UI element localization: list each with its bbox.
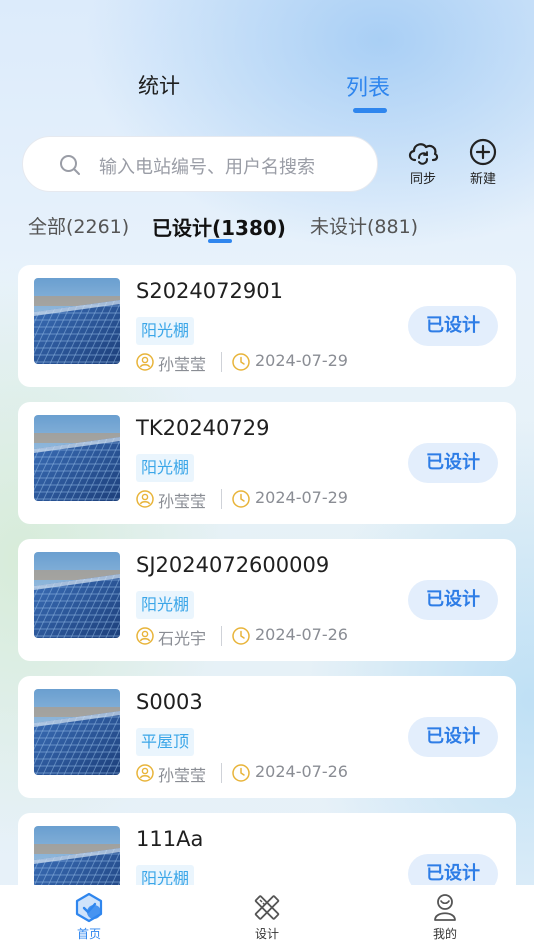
station-card[interactable]: SJ2024072600009 阳光棚 石光宇 2024-07-26 已设计 [18, 539, 516, 661]
nav-home[interactable]: 首页 [49, 891, 129, 942]
nav-mine[interactable]: 我的 [405, 891, 485, 942]
created-date: 2024-07-29 [255, 488, 348, 507]
station-card[interactable]: S2024072901 阳光棚 孙莹莹 2024-07-29 已设计 [18, 265, 516, 387]
add-circle-icon [469, 138, 497, 166]
status-button[interactable]: 已设计 [408, 717, 498, 757]
filter-all[interactable]: 全部(2261) [28, 212, 129, 239]
clock-icon [232, 353, 250, 371]
owner-name: 孙莹莹 [158, 766, 207, 785]
nav-home-label: 首页 [76, 927, 101, 941]
add-label: 新建 [469, 172, 496, 187]
created-date: 2024-07-26 [255, 762, 348, 781]
add-button[interactable]: 新建 [460, 138, 506, 188]
meta-divider [221, 489, 222, 509]
meta-divider [221, 626, 222, 646]
station-thumbnail [34, 552, 120, 638]
nav-design-label: 设计 [254, 927, 279, 941]
station-id: TK20240729 [136, 416, 270, 440]
user-icon [136, 627, 154, 645]
owner-name: 孙莹莹 [158, 492, 207, 511]
home-icon [75, 892, 103, 923]
status-button[interactable]: 已设计 [408, 443, 498, 483]
station-type-tag: 平屋顶 [136, 728, 195, 756]
nav-design[interactable]: 设计 [227, 891, 307, 942]
user-icon [136, 490, 154, 508]
user-icon [136, 353, 154, 371]
tab-list[interactable]: 列表 [346, 70, 390, 102]
station-thumbnail [34, 278, 120, 364]
station-id: S0003 [136, 690, 203, 714]
search-icon [60, 155, 80, 175]
profile-icon [434, 894, 456, 921]
filter-designed[interactable]: 已设计(1380) [152, 212, 286, 241]
created-date: 2024-07-26 [255, 625, 348, 644]
search-input[interactable]: 输入电站编号、用户名搜索 [99, 153, 315, 179]
station-type-tag: 阳光棚 [136, 591, 195, 619]
ruler-pencil-icon [254, 895, 280, 920]
status-button[interactable]: 已设计 [408, 306, 498, 346]
station-card[interactable]: TK20240729 阳光棚 孙莹莹 2024-07-29 已设计 [18, 402, 516, 524]
search-bar[interactable]: 输入电站编号、用户名搜索 [22, 136, 378, 192]
bottom-nav: 首页 设计 我的 [0, 885, 534, 950]
station-thumbnail [34, 415, 120, 501]
user-icon [136, 764, 154, 782]
clock-icon [232, 490, 250, 508]
meta-divider [221, 763, 222, 783]
clock-icon [232, 764, 250, 782]
created-date: 2024-07-29 [255, 351, 348, 370]
station-id: 111Aa [136, 827, 204, 851]
nav-mine-label: 我的 [432, 927, 457, 941]
status-button[interactable]: 已设计 [408, 580, 498, 620]
clock-icon [232, 627, 250, 645]
filter-tabs: 全部(2261) 已设计(1380) 未设计(881) [0, 208, 534, 248]
station-type-tag: 阳光棚 [136, 317, 195, 345]
station-card[interactable]: S0003 平屋顶 孙莹莹 2024-07-26 已设计 [18, 676, 516, 798]
cloud-sync-icon [408, 143, 439, 165]
sync-button[interactable]: 同步 [400, 138, 446, 188]
station-id: SJ2024072600009 [136, 553, 330, 577]
tab-active-indicator [353, 108, 387, 113]
station-thumbnail [34, 689, 120, 775]
owner-name: 石光宇 [158, 629, 207, 648]
tab-stats[interactable]: 统计 [138, 70, 180, 100]
owner-name: 孙莹莹 [158, 355, 207, 374]
filter-active-indicator [208, 239, 232, 243]
meta-divider [221, 352, 222, 372]
top-tab-bar: 统计 列表 [0, 70, 534, 120]
station-type-tag: 阳光棚 [136, 454, 195, 482]
station-id: S2024072901 [136, 279, 283, 303]
sync-label: 同步 [409, 172, 436, 187]
filter-undesigned[interactable]: 未设计(881) [310, 212, 418, 239]
